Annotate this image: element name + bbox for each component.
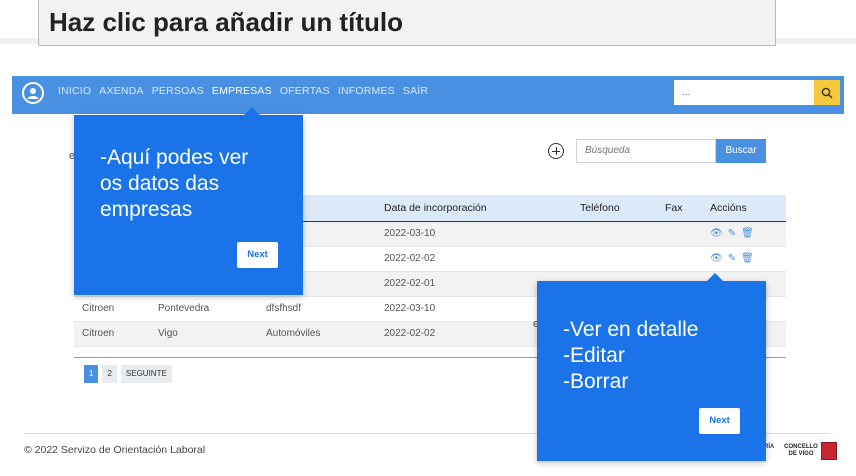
nav-search-button[interactable] bbox=[814, 80, 840, 105]
popover-arrow bbox=[244, 107, 260, 115]
tour-text-line: os datos das bbox=[100, 172, 220, 195]
view-icon[interactable]: 👁 bbox=[710, 253, 723, 264]
tour-popover-companies: -Aquí podes ver os datos das empresas Ne… bbox=[74, 107, 303, 295]
popover-arrow bbox=[707, 273, 723, 281]
footer-copyright: © 2022 Servizo de Orientación Laboral bbox=[24, 444, 206, 456]
app-navbar: INICIO AXENDA PERSOAS EMPRESAS OFERTAS I… bbox=[12, 76, 844, 114]
page-2-button[interactable]: 2 bbox=[102, 365, 117, 383]
slide-title: Haz clic para añadir un título bbox=[49, 7, 403, 37]
tour-next-button[interactable]: Next bbox=[699, 408, 740, 434]
table-cell bbox=[572, 246, 657, 272]
table-cell bbox=[657, 221, 702, 247]
column-header[interactable]: Data de incorporación bbox=[376, 195, 572, 222]
delete-icon[interactable]: 🗑 bbox=[741, 228, 754, 239]
company-search-button[interactable]: Buscar bbox=[716, 139, 766, 163]
next-page-button[interactable]: SEGUINTE bbox=[120, 365, 172, 383]
add-company-icon[interactable] bbox=[548, 143, 564, 159]
table-cell: 2022-02-02 bbox=[376, 246, 572, 272]
table-cell-actions: 👁 ✎ 🗑 bbox=[702, 221, 786, 247]
search-icon bbox=[821, 87, 833, 98]
user-avatar-icon[interactable] bbox=[22, 82, 44, 104]
table-cell-actions: 👁 ✎ 🗑 bbox=[702, 246, 786, 272]
tour-text-line: empresas bbox=[100, 198, 193, 221]
tour-text-line: -Aquí podes ver bbox=[100, 146, 249, 169]
page-1-button[interactable]: 1 bbox=[84, 365, 99, 383]
tour-text-line: -Borrar bbox=[563, 370, 629, 393]
nav-link-axenda[interactable]: AXENDA bbox=[99, 85, 143, 97]
tour-next-button[interactable]: Next bbox=[237, 242, 278, 268]
tour-text-line: -Ver en detalle bbox=[563, 318, 699, 341]
table-cell: 2022-03-10 bbox=[376, 221, 572, 247]
tour-text-line: -Editar bbox=[563, 344, 625, 367]
nav-link-persoas[interactable]: PERSOAS bbox=[152, 85, 204, 97]
tour-popover-actions: -Ver en detalle -Editar -Borrar Next bbox=[537, 273, 766, 461]
view-icon[interactable]: 👁 bbox=[710, 228, 723, 239]
edit-icon[interactable]: ✎ bbox=[728, 228, 736, 239]
concello-vigo-logo: CONCELLO DE VIGO bbox=[784, 444, 818, 457]
edit-icon[interactable]: ✎ bbox=[728, 253, 736, 264]
vigo-crest-icon bbox=[821, 442, 837, 460]
nav-link-sair[interactable]: SAÍR bbox=[403, 85, 428, 97]
nav-link-ofertas[interactable]: OFERTAS bbox=[280, 85, 330, 97]
table-cell: Citroen bbox=[74, 321, 150, 347]
nav-link-informes[interactable]: INFORMES bbox=[338, 85, 395, 97]
table-cell: dfsfhsdf bbox=[258, 296, 376, 322]
nav-link-inicio[interactable]: INICIO bbox=[58, 85, 91, 97]
delete-icon[interactable]: 🗑 bbox=[741, 253, 754, 264]
table-cell: Pontevedra bbox=[150, 296, 258, 322]
column-header[interactable]: Teléfono bbox=[572, 195, 657, 222]
table-cell bbox=[657, 246, 702, 272]
table-cell bbox=[572, 221, 657, 247]
nav-search-input[interactable]: ... bbox=[674, 80, 814, 105]
company-search-input[interactable]: Búsqueda bbox=[576, 139, 716, 163]
slide-title-placeholder[interactable]: Haz clic para añadir un título bbox=[38, 0, 776, 46]
column-header[interactable]: Fax bbox=[657, 195, 702, 222]
nav-link-empresas[interactable]: EMPRESAS bbox=[212, 85, 272, 97]
pagination: 1 2 SEGUINTE bbox=[84, 365, 172, 383]
tour-popover-text: -Ver en detalle -Editar -Borrar bbox=[563, 317, 698, 395]
nav-links: INICIO AXENDA PERSOAS EMPRESAS OFERTAS I… bbox=[58, 85, 428, 97]
table-cell: Vigo bbox=[150, 321, 258, 347]
tour-popover-text: -Aquí podes ver os datos das empresas bbox=[100, 145, 248, 223]
table-cell: Automóviles bbox=[258, 321, 376, 347]
table-cell: Citroen bbox=[74, 296, 150, 322]
column-header: Accións bbox=[702, 195, 786, 222]
